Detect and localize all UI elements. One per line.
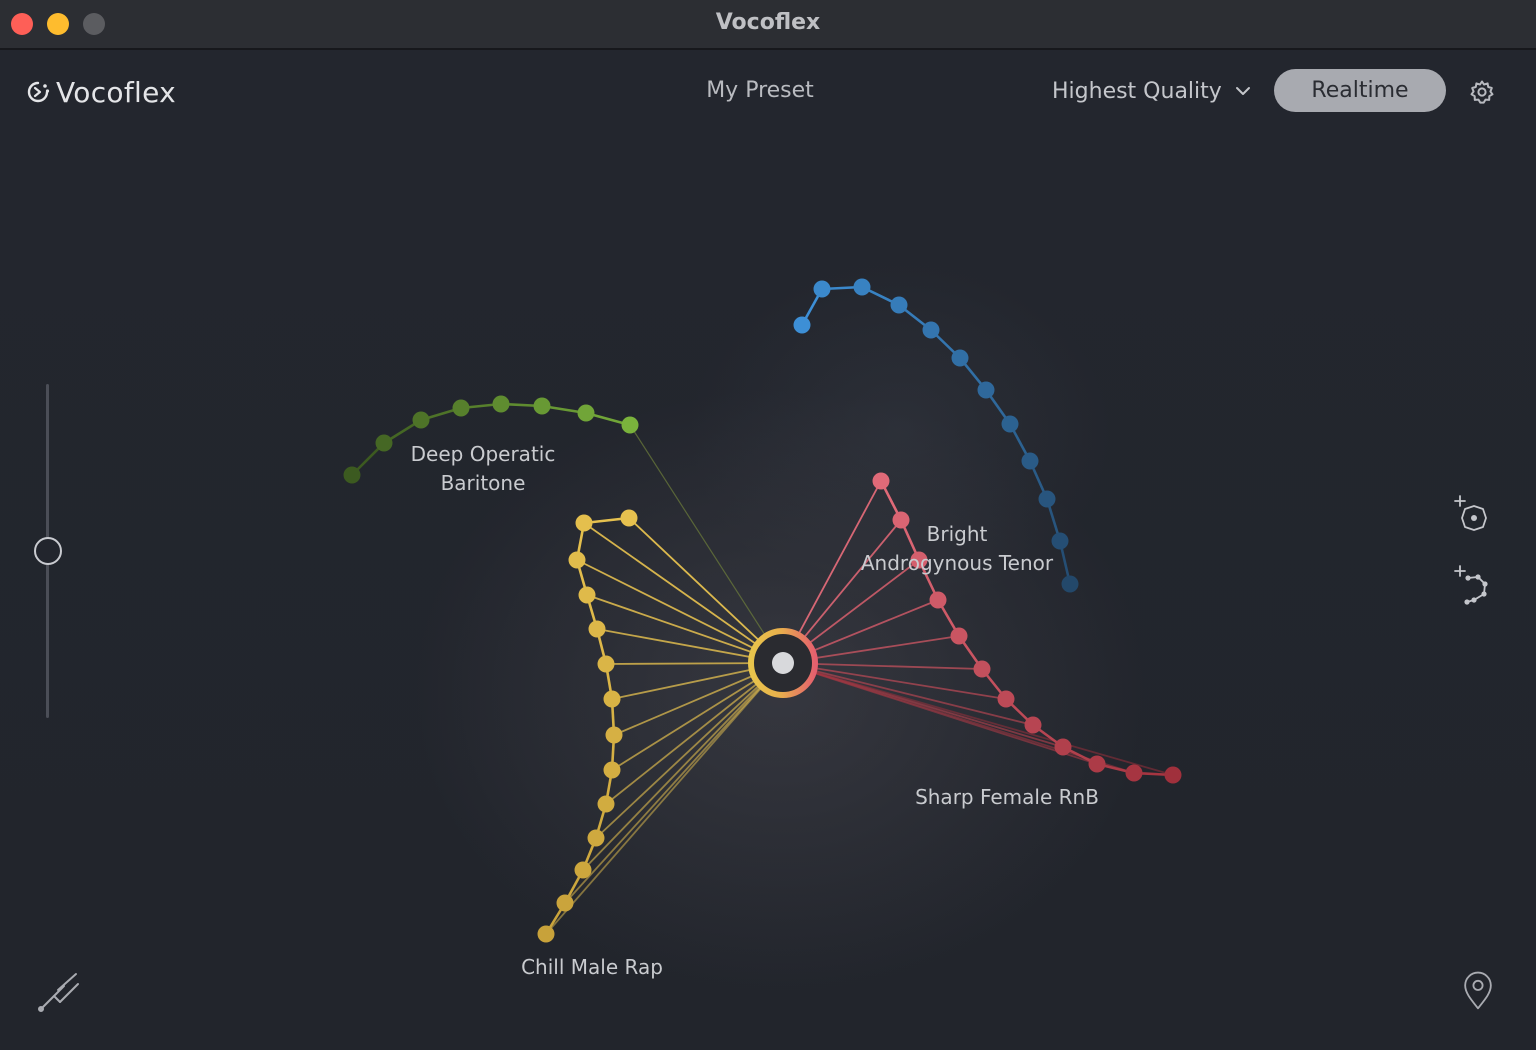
voice-node[interactable] <box>621 416 639 434</box>
voice-label-chill-male-rap: Chill Male Rap <box>492 953 692 982</box>
morph-link-line <box>629 424 784 664</box>
voice-node[interactable] <box>1024 716 1042 734</box>
voice-node[interactable] <box>587 829 605 847</box>
voice-node[interactable] <box>1001 415 1019 433</box>
voice-map[interactable] <box>0 0 1536 1050</box>
voice-node[interactable] <box>597 655 615 673</box>
voice-node[interactable] <box>813 280 831 298</box>
voice-node[interactable] <box>568 551 586 569</box>
voice-label-line: Chill Male Rap <box>521 955 663 979</box>
voice-node[interactable] <box>1061 575 1079 593</box>
voice-node[interactable] <box>950 627 968 645</box>
voice-node[interactable] <box>977 381 995 399</box>
add-path-icon[interactable] <box>1452 564 1496 608</box>
voice-node[interactable] <box>1088 755 1106 773</box>
voice-node[interactable] <box>603 690 621 708</box>
voice-node[interactable] <box>1054 738 1072 756</box>
voice-label-sharp-female-rnb: Sharp Female RnB <box>897 783 1117 812</box>
voice-node[interactable] <box>597 795 615 813</box>
morph-cursor-center[interactable] <box>772 652 794 674</box>
voice-node[interactable] <box>793 316 811 334</box>
voice-node[interactable] <box>412 411 430 429</box>
morph-link-line <box>545 662 784 935</box>
tuning-fork-icon[interactable] <box>36 970 80 1014</box>
voice-label-line: Bright <box>926 522 988 546</box>
voice-label-line: Deep Operatic <box>410 442 556 466</box>
voice-label-deep-operatic-baritone: Deep Operatic Baritone <box>383 440 583 498</box>
voice-node[interactable] <box>973 660 991 678</box>
morph-link-line <box>564 662 784 904</box>
voice-curves <box>343 278 1182 943</box>
voice-node[interactable] <box>1021 452 1039 470</box>
morph-cursor[interactable] <box>748 628 818 698</box>
voice-node[interactable] <box>578 586 596 604</box>
voice-node[interactable] <box>997 690 1015 708</box>
voice-node[interactable] <box>603 761 621 779</box>
morph-links <box>545 424 1174 935</box>
voice-node[interactable] <box>929 591 947 609</box>
voice-node[interactable] <box>1038 490 1056 508</box>
voice-node[interactable] <box>556 894 574 912</box>
voice-node[interactable] <box>1164 766 1182 784</box>
voice-node[interactable] <box>922 321 940 339</box>
voice-node[interactable] <box>575 514 593 532</box>
map-pin-icon[interactable] <box>1456 968 1500 1012</box>
morph-link-line <box>782 662 1034 726</box>
morph-link-line <box>595 662 784 839</box>
add-voice-icon[interactable] <box>1452 494 1496 538</box>
voice-node[interactable] <box>605 726 623 744</box>
morph-link-line <box>583 522 784 664</box>
voice-label-line: Sharp Female RnB <box>915 785 1099 809</box>
voice-label-line: Androgynous Tenor <box>860 551 1054 575</box>
voice-node[interactable] <box>452 399 470 417</box>
voice-node[interactable] <box>577 404 595 422</box>
voice-node[interactable] <box>620 509 638 527</box>
voice-node[interactable] <box>951 349 969 367</box>
voice-node[interactable] <box>853 278 871 296</box>
voice-label-line: Baritone <box>440 471 526 495</box>
voice-node[interactable] <box>1125 764 1143 782</box>
voice-node[interactable] <box>890 296 908 314</box>
voice-node[interactable] <box>533 397 551 415</box>
voice-node[interactable] <box>537 925 555 943</box>
voice-node[interactable] <box>588 620 606 638</box>
voice-node[interactable] <box>343 466 361 484</box>
morph-link-line <box>782 662 1174 776</box>
voice-node[interactable] <box>872 472 890 490</box>
voice-label-bright-androgynous-tenor: Bright Androgynous Tenor <box>847 520 1067 578</box>
app-window: Vocoflex Vocoflex My Preset Highest Qual… <box>0 0 1536 1050</box>
voice-node[interactable] <box>492 395 510 413</box>
voice-node[interactable] <box>574 861 592 879</box>
